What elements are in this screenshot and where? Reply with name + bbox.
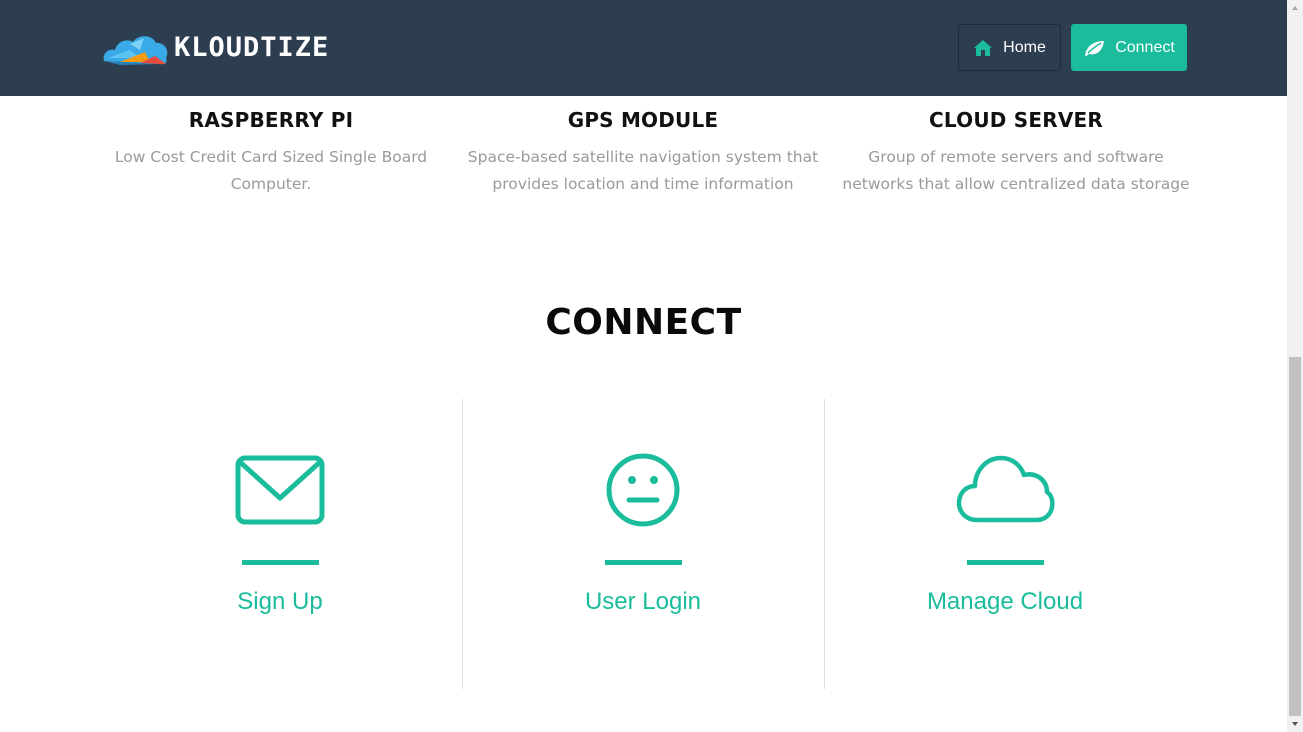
- nav-home-label: Home: [1003, 38, 1046, 56]
- feature-title: CLOUD SERVER: [929, 108, 1103, 132]
- scroll-down-arrow-icon[interactable]: [1287, 716, 1303, 732]
- feature-cloud-server: CLOUD SERVER Group of remote servers and…: [836, 106, 1196, 198]
- nav-home-button[interactable]: Home: [958, 24, 1061, 71]
- sign-up-label[interactable]: Sign Up: [180, 587, 380, 617]
- feature-title: GPS MODULE: [567, 108, 719, 132]
- brand-name: KLOUDTIZE: [174, 32, 330, 63]
- column-divider: [462, 399, 463, 689]
- feature-description: Low Cost Credit Card Sized Single Board …: [114, 148, 428, 193]
- feature-description: Group of remote servers and software net…: [842, 148, 1190, 193]
- leaf-icon: [1085, 40, 1105, 56]
- navbar: KLOUDTIZE Home Connect: [0, 0, 1287, 96]
- scroll-up-arrow-icon[interactable]: [1287, 0, 1303, 16]
- scrollbar-thumb[interactable]: [1289, 357, 1301, 716]
- manage-cloud-card[interactable]: Manage Cloud: [905, 450, 1105, 617]
- feature-title: RASPBERRY PI: [188, 108, 354, 132]
- nav-connect-button[interactable]: Connect: [1071, 24, 1187, 71]
- feature-description: Space-based satellite navigation system …: [467, 148, 819, 193]
- envelope-icon: [235, 455, 325, 525]
- nav-connect-label: Connect: [1115, 38, 1175, 56]
- brand-logo[interactable]: KLOUDTIZE: [100, 28, 329, 68]
- user-login-card[interactable]: User Login: [543, 450, 743, 617]
- feature-gps-module: GPS MODULE Space-based satellite navigat…: [466, 106, 820, 198]
- user-login-label[interactable]: User Login: [543, 587, 743, 617]
- vertical-scrollbar[interactable]: [1287, 0, 1303, 732]
- feature-raspberry-pi: RASPBERRY PI Low Cost Credit Card Sized …: [106, 106, 436, 198]
- column-divider: [824, 399, 825, 689]
- home-icon: [974, 39, 993, 56]
- manage-cloud-label[interactable]: Manage Cloud: [905, 587, 1105, 617]
- cloud-icon: [956, 455, 1055, 523]
- connect-section-title: CONNECT: [545, 302, 742, 343]
- sign-up-card[interactable]: Sign Up: [180, 450, 380, 617]
- cloud-logo-icon: [103, 36, 168, 65]
- neutral-face-icon: [606, 453, 680, 527]
